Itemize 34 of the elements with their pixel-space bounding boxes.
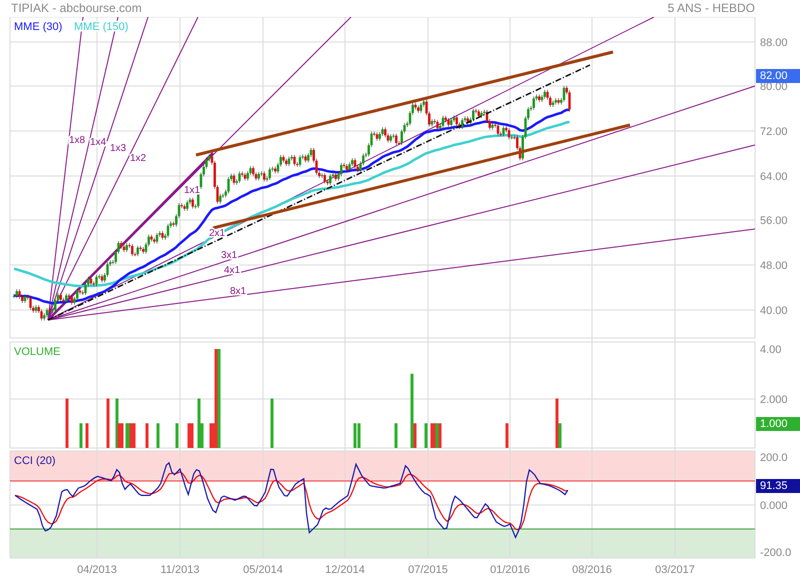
cci-tick: -200.0 [760, 547, 792, 559]
date-tick: 01/2016 [490, 564, 530, 576]
last-volume-badge: 1.000 [756, 417, 800, 431]
volume-title: VOLUME [14, 346, 60, 358]
fan-label: 1x4 [90, 137, 106, 148]
last-price-badge: 82.00 [756, 69, 800, 83]
date-tick: 07/2015 [408, 564, 448, 576]
fan-label: 1x8 [69, 135, 86, 146]
fan-label: 1x3 [110, 143, 126, 154]
date-tick: 08/2016 [572, 564, 612, 576]
legend-label: MME (30) [14, 21, 62, 33]
date-tick: 04/2013 [77, 564, 117, 576]
price-tick: 72.00 [760, 126, 788, 138]
date-tick: 03/2017 [655, 564, 695, 576]
date-tick: 12/2014 [325, 564, 365, 576]
price-tick: 48.00 [760, 260, 788, 272]
cci-tick: 200.0 [760, 452, 788, 464]
date-tick: 11/2013 [160, 564, 200, 576]
price-tick: 88.00 [760, 37, 788, 49]
price-tick: 56.00 [760, 215, 788, 227]
fan-label: 4x1 [224, 265, 240, 276]
cci-title: CCI (20) [14, 455, 56, 467]
price-tick: 40.00 [760, 305, 788, 317]
date-tick: 05/2014 [243, 564, 283, 576]
fan-label: 3x1 [221, 250, 238, 261]
period-label: 5 ANS - HEBDO [668, 0, 755, 17]
volume-tick: 2.000 [760, 394, 788, 406]
last-cci-badge: 91.35 [756, 479, 800, 493]
volume-tick: 4.00 [760, 344, 782, 356]
chart-title: TIPIAK - abcbourse.com [11, 0, 142, 17]
fan-label: 8x1 [230, 286, 246, 297]
fan-label: 1x2 [130, 153, 146, 164]
price-tick: 64.00 [760, 171, 788, 183]
cci-tick: 0.000 [760, 500, 788, 512]
